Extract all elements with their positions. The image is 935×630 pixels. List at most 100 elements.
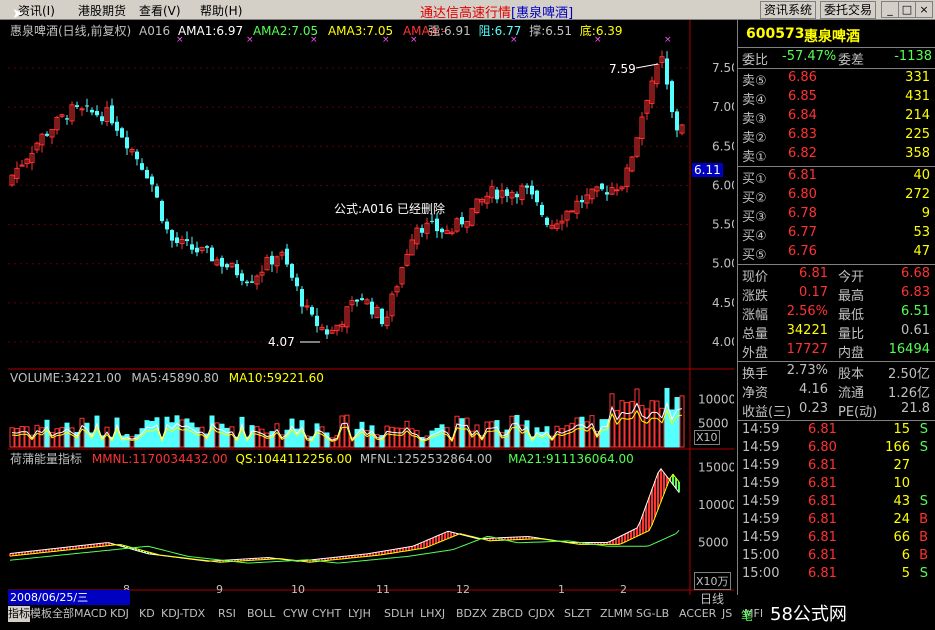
- close-icon[interactable]: ×: [915, 1, 933, 18]
- bid-volume: 9: [921, 206, 930, 221]
- bid-label: 买⑤: [742, 248, 767, 263]
- tick-tab[interactable]: 笔: [741, 607, 753, 624]
- maximize-icon[interactable]: □: [898, 1, 916, 18]
- tick-price: 6.81: [808, 530, 837, 545]
- volume-bar: [459, 418, 465, 448]
- strong-value: 强:6.91: [428, 24, 471, 38]
- candle-body: [440, 228, 444, 233]
- volume-tick-label: 5000: [698, 416, 729, 430]
- indicator-tab-全部[interactable]: 全部: [52, 606, 74, 622]
- indicator-tab-bdzx[interactable]: BDZX: [456, 606, 487, 622]
- quote-value: 17727: [786, 342, 828, 357]
- tick-time: 15:00: [742, 566, 780, 581]
- tick-time: 14:59: [742, 476, 780, 491]
- info-system-button[interactable]: 资讯系统: [760, 1, 817, 19]
- indicator-tab-模板[interactable]: 模板: [30, 606, 52, 622]
- bid-price: 6.81: [788, 168, 817, 183]
- indicator-tab-accer[interactable]: ACCER: [679, 606, 716, 622]
- period-label[interactable]: 日线: [700, 590, 724, 607]
- ask-row: 卖⑤ 6.86 331: [742, 70, 932, 89]
- indicator-tab-lyjh[interactable]: LYJH: [348, 606, 371, 622]
- quote-label: 内盘: [838, 346, 865, 361]
- tick-flag: S: [919, 494, 928, 509]
- candle-body: [175, 237, 179, 243]
- quote-value: 2.56%: [786, 304, 828, 319]
- tick-row: 14:59 6.81 27: [742, 458, 932, 477]
- volume-value: VOLUME:34221.00: [10, 371, 122, 385]
- indicator-tab-cyht[interactable]: CYHT: [312, 606, 341, 622]
- tick-time: 14:59: [742, 530, 780, 545]
- energy-indicator-name: 荷蒲能量指标: [10, 452, 83, 466]
- indicator-tab-sdlh[interactable]: SDLH: [384, 606, 414, 622]
- weibi-label: 委比: [742, 53, 769, 68]
- volume-bar: [534, 427, 540, 448]
- ask-price: 6.83: [788, 127, 817, 142]
- menu-hk-futures[interactable]: 港股期货: [78, 2, 126, 19]
- quote-value: 6.83: [901, 285, 930, 300]
- volume-bar: [494, 420, 500, 448]
- candle-body: [525, 185, 529, 188]
- signal-marker: ×: [664, 35, 672, 45]
- fund-label: 收益(三): [742, 405, 792, 420]
- volume-bar: [169, 422, 175, 448]
- candle-body: [420, 228, 424, 233]
- candle-body: [45, 133, 49, 136]
- ask-row: 卖① 6.82 358: [742, 146, 932, 165]
- fund-value: 0.23: [799, 401, 828, 416]
- indicator-tab-cjdx[interactable]: CJDX: [528, 606, 555, 622]
- volume-header: VOLUME:34221.00 MA5:45890.80 MA10:59221.…: [10, 371, 324, 385]
- menu-view[interactable]: 查看(V): [139, 2, 181, 19]
- indicator-tab-boll[interactable]: BOLL: [247, 606, 275, 622]
- candle-body: [600, 183, 604, 190]
- trade-button[interactable]: 委托交易: [820, 1, 877, 19]
- stock-chart[interactable]: 7.50 7.00 6.50 6.00 5.50 5.00 4.50 4.00 10000 500…: [8, 20, 734, 595]
- tick-price: 6.81: [808, 548, 837, 563]
- tick-volume: 43: [893, 494, 910, 509]
- menu-help[interactable]: 帮助(H): [200, 2, 242, 19]
- quote-value: 6.68: [901, 266, 930, 281]
- candle-body: [614, 189, 620, 192]
- energy-tick-label: 5000: [698, 536, 729, 550]
- candle-body: [185, 239, 189, 242]
- bid-label: 买③: [742, 210, 767, 225]
- indicator-tab-kdj[interactable]: KDJ: [110, 606, 129, 622]
- indicator-tab-rsi[interactable]: RSI: [218, 606, 236, 622]
- candle-body: [165, 221, 169, 230]
- price-tick-label: 4.00: [712, 335, 734, 349]
- indicator-tab-zbcd[interactable]: ZBCD: [492, 606, 523, 622]
- price-tick-label: 6.00: [712, 178, 734, 192]
- indicator-tab-macd[interactable]: MACD: [74, 606, 107, 622]
- indicator-tab-sg-lb[interactable]: SG-LB: [636, 606, 669, 622]
- indicator-tab-指标[interactable]: 指标: [8, 606, 30, 622]
- candle-body: [380, 308, 384, 325]
- indicator-tab-slzt[interactable]: SLZT: [564, 606, 591, 622]
- volume-bar: [149, 421, 155, 448]
- ask-volume: 358: [905, 146, 930, 161]
- tick-time: 15:00: [742, 548, 780, 563]
- ask-label: 卖⑤: [742, 74, 767, 89]
- fund-label: 股本: [838, 367, 865, 382]
- indicator-tab-js[interactable]: JS: [722, 606, 732, 622]
- indicator-tab-cyw[interactable]: CYW: [283, 606, 308, 622]
- tick-row: 15:00 6.81 6 B: [742, 548, 932, 567]
- candle-body: [325, 329, 329, 335]
- candle-body: [310, 307, 314, 315]
- indicator-tab-kd[interactable]: KD: [139, 606, 155, 622]
- candle-body: [300, 289, 304, 307]
- bid-volume: 272: [905, 187, 930, 202]
- tick-price: 6.81: [808, 566, 837, 581]
- minimize-icon[interactable]: _: [881, 1, 899, 18]
- tick-row: 14:59 6.80 166 S: [742, 440, 932, 459]
- bid-row: 买① 6.81 40: [742, 168, 932, 187]
- bid-volume: 53: [913, 225, 930, 240]
- indicator-tab-kdj-tdx[interactable]: KDJ-TDX: [161, 606, 205, 622]
- tick-flag: S: [919, 422, 928, 437]
- indicator-tab-zlmm[interactable]: ZLMM: [600, 606, 633, 622]
- candle-body: [225, 264, 229, 268]
- tick-row: 15:00 6.81 5 S: [742, 566, 932, 585]
- indicator-tab-lhxj[interactable]: LHXJ: [420, 606, 445, 622]
- tick-row: 14:59 6.81 15 S: [742, 422, 932, 441]
- weibi-value: -57.47%: [782, 49, 837, 64]
- formula-deleted-note: 公式:A016 已经删除: [334, 202, 445, 216]
- bid-row: 买② 6.80 272: [742, 187, 932, 206]
